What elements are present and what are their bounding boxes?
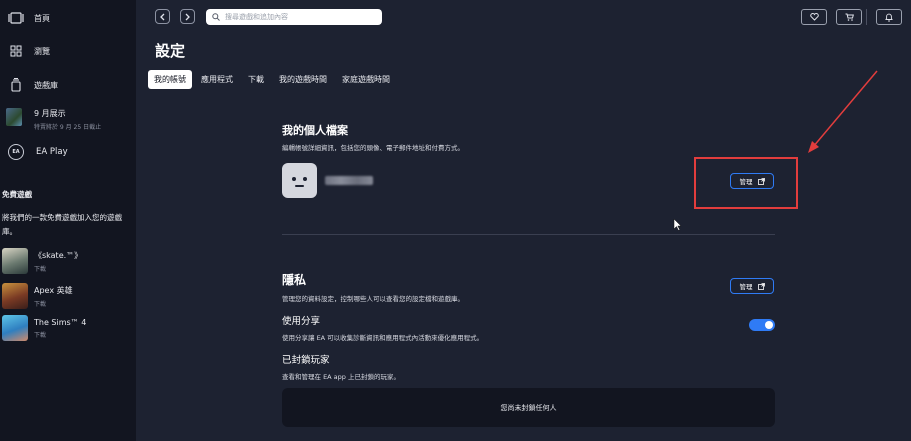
mouse-cursor-icon: [673, 218, 682, 231]
annotation-arrow-line: [812, 70, 878, 148]
annotation-layer: [673, 70, 878, 231]
